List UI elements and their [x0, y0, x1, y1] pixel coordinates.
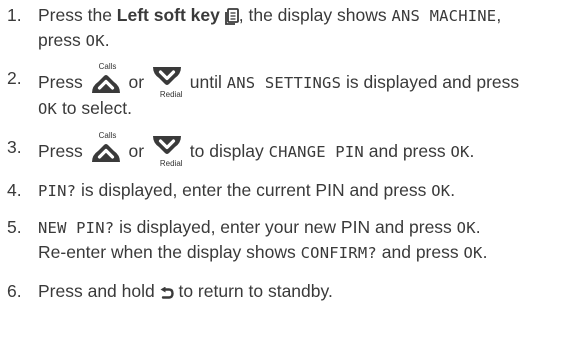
step-number: 5. — [7, 217, 22, 238]
display-text: NEW PIN? — [38, 219, 115, 238]
step-text: Press — [38, 72, 88, 93]
step-text: . — [482, 242, 488, 263]
display-text: OK — [85, 32, 105, 51]
step-text: is displayed, enter your new PIN and pre… — [114, 217, 457, 238]
display-text: OK — [463, 244, 483, 263]
step-number: 2. — [7, 68, 22, 89]
step-number: 4. — [7, 180, 22, 201]
step-5: 5. NEW PIN? is displayed, enter your new… — [0, 215, 583, 265]
step-text: , the display shows — [238, 5, 392, 25]
step-number: 6. — [7, 281, 22, 302]
display-text: OK — [431, 182, 451, 201]
display-text: CHANGE PIN — [268, 143, 364, 162]
step-text: . — [475, 217, 481, 238]
step-text: and press — [376, 242, 464, 263]
step-text: Re-enter when the display shows — [38, 242, 301, 263]
step-3: 3. Press Calls or Redial to display CHAN… — [0, 131, 583, 169]
step-number: 1. — [7, 5, 22, 25]
step-text: or — [123, 141, 149, 162]
redial-caption: Redial — [159, 159, 183, 169]
step-text: press — [38, 30, 86, 51]
display-text: PIN? — [38, 182, 77, 201]
calls-up-arrow-icon: Calls — [90, 131, 122, 165]
step-text: Press the — [38, 5, 117, 25]
step-text: is displayed, enter the current PIN and … — [76, 180, 432, 201]
redial-down-arrow-icon: Redial — [151, 135, 183, 169]
display-text: CONFIRM? — [300, 244, 377, 263]
step-text: , — [496, 5, 502, 25]
calls-caption: Calls — [98, 62, 117, 72]
step-text: . — [450, 180, 456, 201]
step-text: is displayed and press — [341, 72, 520, 93]
left-soft-key-icon — [224, 4, 239, 28]
display-text: ANS MACHINE — [391, 7, 497, 25]
calls-caption: Calls — [98, 131, 117, 141]
step-text: to display — [184, 141, 269, 162]
instruction-steps: 1. Press the Left soft key , the display… — [0, 3, 583, 305]
step-number: 3. — [7, 137, 22, 158]
step-1: 1. Press the Left soft key , the display… — [0, 3, 583, 53]
display-text: OK — [38, 100, 58, 119]
step-text: Press and hold — [38, 281, 160, 302]
back-end-icon — [160, 281, 174, 305]
step-2: 2. Press Calls or Redial until ANS SETTI… — [0, 62, 583, 121]
display-text: ANS SETTINGS — [226, 74, 342, 93]
calls-up-arrow-icon: Calls — [90, 62, 122, 96]
left-soft-key-label: Left soft key — [116, 5, 220, 25]
step-text: . — [104, 30, 110, 51]
step-4: 4. PIN? is displayed, enter the current … — [0, 178, 583, 203]
step-6: 6. Press and hold to return to standby. — [0, 279, 583, 304]
display-text: OK — [456, 219, 476, 238]
step-text: until — [184, 72, 227, 93]
step-text: to select. — [57, 98, 132, 119]
step-text: to return to standby. — [173, 281, 333, 302]
step-text: and press — [363, 141, 451, 162]
step-text: or — [123, 72, 149, 93]
step-text: . — [469, 141, 475, 162]
step-text: Press — [38, 141, 88, 162]
redial-down-arrow-icon: Redial — [151, 66, 183, 100]
redial-caption: Redial — [159, 90, 183, 100]
display-text: OK — [450, 143, 470, 162]
